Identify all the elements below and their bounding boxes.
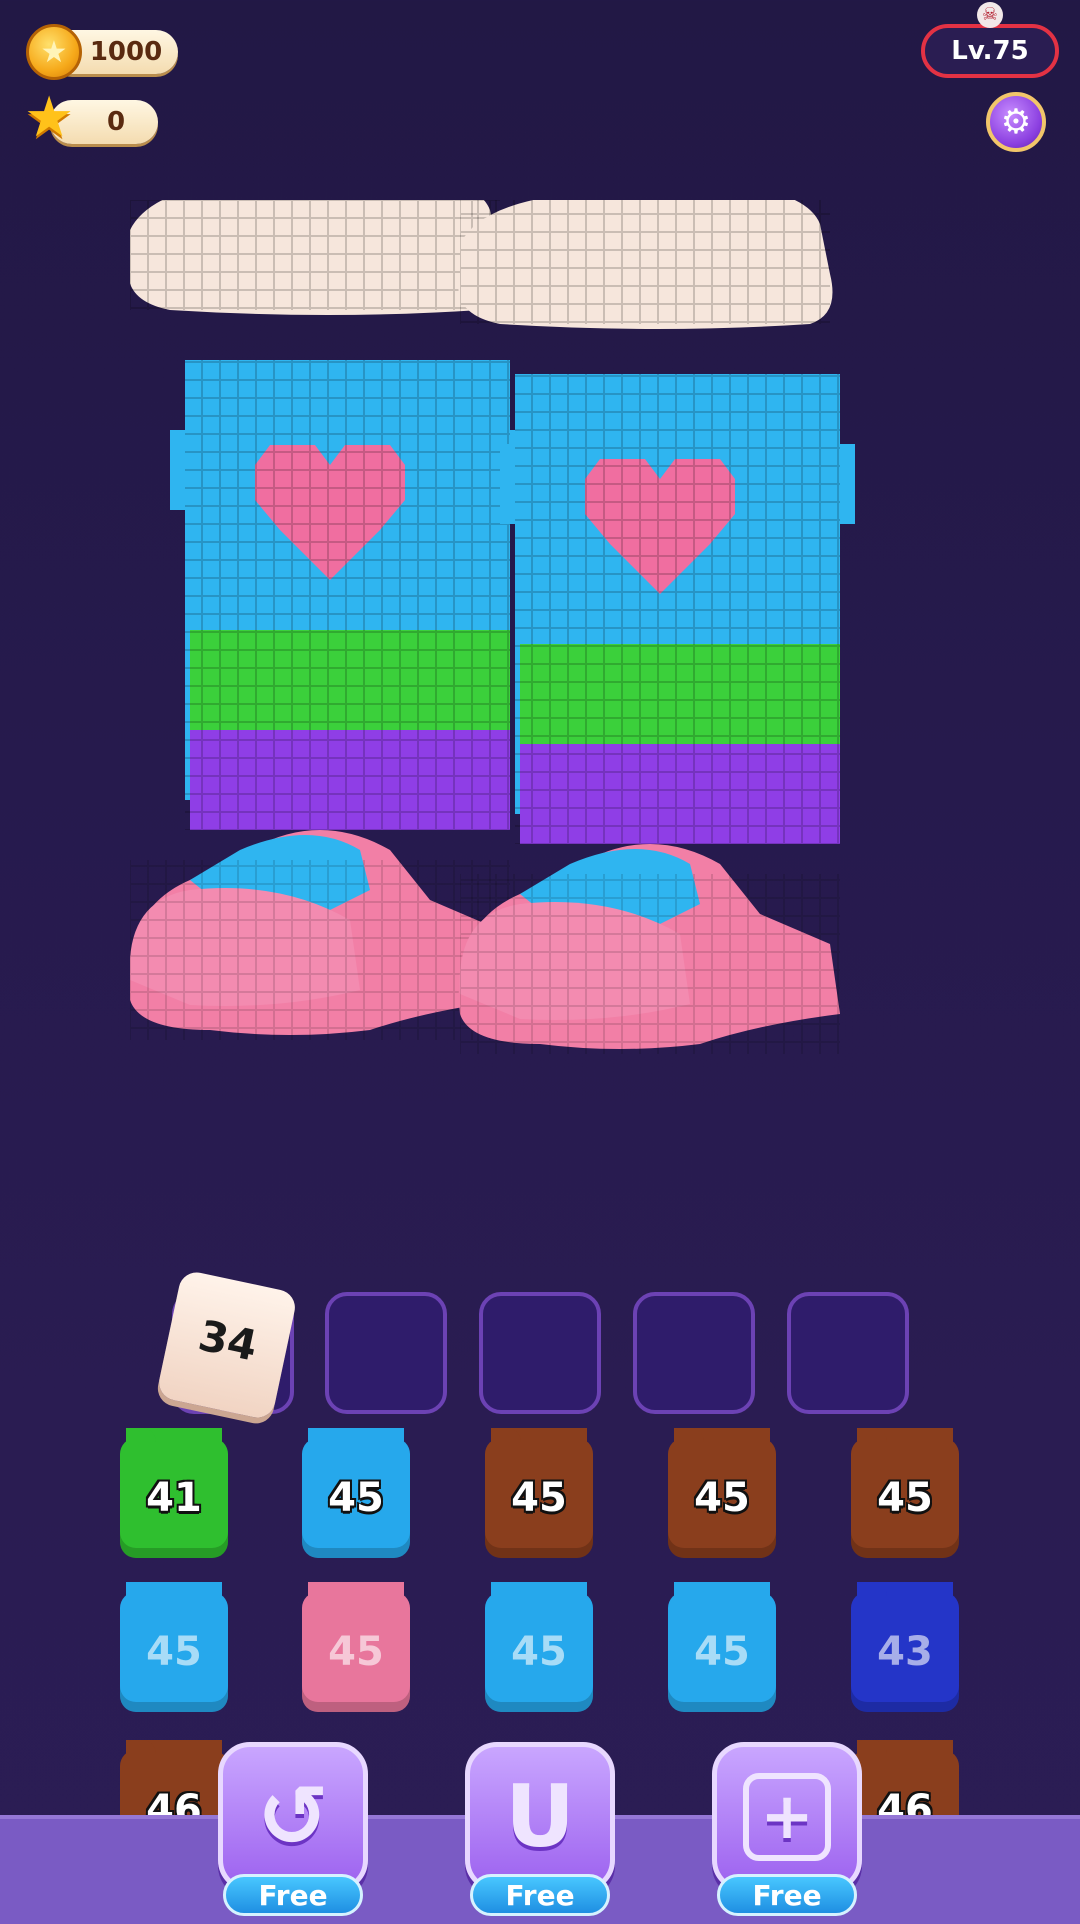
tile-ears: [491, 1582, 587, 1608]
tile-number: 43: [877, 1629, 933, 1675]
holding-slot-2: [325, 1292, 447, 1414]
tile-ears: [857, 1428, 953, 1454]
undo-icon: ↺: [256, 1767, 330, 1867]
star-icon: ★: [24, 85, 75, 150]
level-label: Lv.75: [951, 36, 1029, 66]
tile-ears: [308, 1428, 404, 1454]
undo-free-label: Free: [223, 1874, 363, 1916]
tile-number: 45: [511, 1475, 567, 1521]
star-count: 0: [106, 107, 126, 137]
number-tile[interactable]: 45: [668, 1582, 776, 1712]
coin-count: 1000: [89, 37, 163, 67]
number-tile[interactable]: 43: [851, 1582, 959, 1712]
magnet-button[interactable]: U: [465, 1742, 615, 1892]
tile-number: 45: [694, 1629, 750, 1675]
tile-ears: [126, 1582, 222, 1608]
holding-slot-5: [787, 1292, 909, 1414]
tile-ears: [126, 1740, 222, 1766]
holding-slot-3: [479, 1292, 601, 1414]
number-tile[interactable]: 45: [120, 1582, 228, 1712]
holding-slot-4: [633, 1292, 755, 1414]
add-slot-button[interactable]: +: [712, 1742, 862, 1892]
add-slot-icon: +: [743, 1773, 831, 1861]
tile-ears: [491, 1428, 587, 1454]
tile-number: 45: [694, 1475, 750, 1521]
skull-icon: ☠: [977, 2, 1003, 28]
settings-button[interactable]: ⚙: [986, 92, 1046, 152]
number-tile[interactable]: 45: [668, 1428, 776, 1558]
tile-ears: [674, 1428, 770, 1454]
tile-number: 45: [511, 1629, 567, 1675]
tile-number: 45: [877, 1475, 933, 1521]
magnet-free-label: Free: [470, 1874, 610, 1916]
tile-ears: [126, 1428, 222, 1454]
undo-button[interactable]: ↺: [218, 1742, 368, 1892]
tile-number: 45: [328, 1629, 384, 1675]
number-tile[interactable]: 45: [302, 1428, 410, 1558]
add-slot-free-label: Free: [717, 1874, 857, 1916]
magnet-icon: U: [505, 1767, 575, 1867]
tile-ears: [674, 1582, 770, 1608]
number-tile[interactable]: 45: [851, 1428, 959, 1558]
coin-icon: ★: [26, 24, 82, 80]
tile-ears: [857, 1582, 953, 1608]
held-block-number: 34: [194, 1310, 262, 1371]
number-tile[interactable]: 41: [120, 1428, 228, 1558]
tile-ears: [308, 1582, 404, 1608]
gear-icon: ⚙: [1000, 102, 1032, 142]
level-badge: Lv.75: [921, 24, 1059, 78]
tile-number: 41: [146, 1475, 202, 1521]
tile-ears: [857, 1740, 953, 1766]
number-tile[interactable]: 45: [302, 1582, 410, 1712]
tile-number: 45: [328, 1475, 384, 1521]
right-boot: [458, 200, 855, 1054]
number-tile[interactable]: 45: [485, 1428, 593, 1558]
number-tile[interactable]: 45: [485, 1582, 593, 1712]
tile-number: 45: [146, 1629, 202, 1675]
voxel-boots-model[interactable]: [130, 200, 1000, 1230]
